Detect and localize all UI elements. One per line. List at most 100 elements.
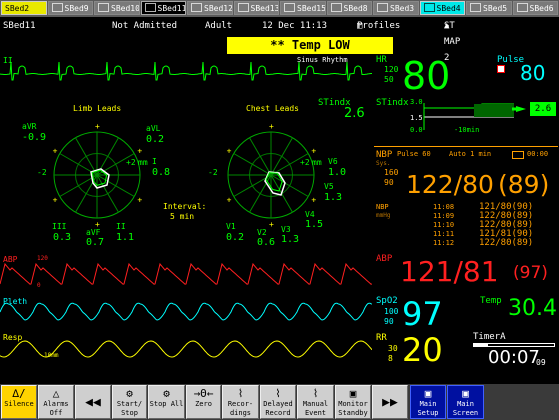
nbp-progress-icon <box>512 151 524 159</box>
toolbar-button-label: Stop All <box>149 400 184 408</box>
toolbar-icon: ▣ <box>462 387 469 400</box>
nbp-value[interactable]: 122/80 <box>406 172 494 197</box>
toolbar-icon: ∆∕ <box>12 387 26 400</box>
bed-tab[interactable]: SBed9 <box>47 1 93 15</box>
bed-tab-label: SBed9 <box>64 4 89 13</box>
arrow-icon: ▶▶ <box>382 395 398 410</box>
chest-scale-neg: -2 <box>208 168 218 177</box>
bed-tab[interactable]: SBed15 <box>280 1 326 15</box>
ecg-waveform[interactable] <box>0 52 372 92</box>
bed-tab-label: SBed2 <box>5 4 30 13</box>
ii-value: 1.1 <box>116 232 135 243</box>
hr-value[interactable]: 80 <box>402 57 450 95</box>
bed-tab[interactable]: SBed2 <box>1 1 47 15</box>
patient-category[interactable]: Adult <box>205 18 232 34</box>
manual-event-button[interactable]: ⌇ Manual Event <box>297 385 334 419</box>
pulse-value[interactable]: 80 <box>520 63 545 83</box>
monitor-standby-button[interactable]: ▣ Monitor Standby <box>335 385 371 419</box>
hr-label[interactable]: HR <box>376 55 387 65</box>
stop-all-button[interactable]: ⚙ Stop All <box>148 385 185 419</box>
bed-tab[interactable]: SBed12 <box>187 1 233 15</box>
bed-tab[interactable]: SBed11 <box>140 1 186 15</box>
nbp-history-time: 11:08 <box>433 203 455 211</box>
bed-tab[interactable]: SBed3 <box>373 1 419 15</box>
nbp-pulse: Pulse 60 <box>397 150 431 158</box>
interval-label: Interval: <box>163 202 207 211</box>
zero-button[interactable]: →Θ← Zero <box>186 385 221 419</box>
bed-monitor-icon <box>144 3 156 12</box>
v1-label: V1 <box>226 222 236 231</box>
bed-tab-label: SBed12 <box>204 4 233 13</box>
toolbar-button-label: Main Setup <box>417 400 439 417</box>
rr-label[interactable]: RR <box>376 333 387 343</box>
bed-monitor-icon <box>191 3 202 12</box>
nbp-history-row: 11:11 121/81(90) <box>433 229 533 239</box>
nbp-high-limit: 160 <box>384 168 399 177</box>
iii-label: III <box>52 222 67 231</box>
bed-tab[interactable]: SBed4 <box>419 1 465 15</box>
nbp-label[interactable]: NBP <box>376 150 392 160</box>
v4-label: V4 <box>305 210 315 219</box>
v2-label: V2 <box>257 228 267 237</box>
bed-tab-label: SBed13 <box>250 4 279 13</box>
nav-10-button[interactable]: ▶▶ <box>372 385 408 419</box>
date-time: 12 Dec 11:13 <box>262 21 328 31</box>
timer-label[interactable]: TimerA <box>473 332 506 342</box>
nbp-history-row: 11:09 122/80(89) <box>433 211 533 221</box>
nbp-history-time: 11:11 <box>433 230 455 238</box>
hr-low-limit: 50 <box>384 75 394 84</box>
pleth-waveform[interactable] <box>0 296 372 328</box>
spo2-label[interactable]: SpO2 <box>376 296 398 306</box>
nbp-sys-label: Sys. <box>376 160 391 167</box>
temp-label[interactable]: Temp <box>480 296 502 306</box>
abp-label[interactable]: ABP <box>376 254 392 264</box>
toolbar-button-label: Silence <box>4 400 34 408</box>
silence-button[interactable]: ∆∕ Silence <box>1 385 37 419</box>
v1-value: 0.2 <box>226 232 245 243</box>
timer-sub: 09 <box>536 358 546 367</box>
recor-dings-button[interactable]: ⌇ Recor- dings <box>222 385 259 419</box>
bed-monitor-icon <box>237 3 249 12</box>
abp-waveform[interactable] <box>0 254 372 294</box>
nav-2-button[interactable]: ◀◀ <box>75 385 111 419</box>
main-screen-button[interactable]: ▣ Main Screen <box>447 385 484 419</box>
bed-tab-label: SBed5 <box>483 4 508 13</box>
temp-value[interactable]: 30.4 <box>508 298 557 320</box>
admit-status[interactable]: Not Admitted <box>112 18 177 34</box>
main-setup-button[interactable]: ▣ Main Setup <box>410 385 446 419</box>
limb-scale-unit: mm <box>138 158 148 167</box>
start-stop-button[interactable]: ⚙ Start/ Stop <box>112 385 147 419</box>
nbp-mode: Auto 1 min <box>449 150 492 158</box>
bed-tab[interactable]: SBed8 <box>326 1 372 15</box>
interval-value: 5 min <box>170 212 195 221</box>
avr-value: -0.9 <box>22 132 47 143</box>
nbp-history-unit: mmHg <box>376 212 391 219</box>
abp-value[interactable]: 121/81 <box>400 258 499 286</box>
toolbar-button-label: Recor- dings <box>227 400 254 417</box>
bed-tab-label: SBed11 <box>157 4 186 13</box>
delayed-record-button[interactable]: ⌇ Delayed Record <box>260 385 296 419</box>
status-bar: SBed11 Not Admitted Adult 12 Dec 11:13 ◫… <box>0 18 559 63</box>
toolbar-icon: ⌇ <box>237 387 244 400</box>
nbp-history-label: NBP <box>376 203 389 211</box>
svg-text:+: + <box>53 196 58 205</box>
alarms-off-button[interactable]: △ Alarms Off <box>38 385 74 419</box>
spo2-value[interactable]: 97 <box>402 298 443 330</box>
nbp-history-value: 122/80(89) <box>479 238 534 248</box>
bed-tab[interactable]: SBed10 <box>94 1 140 15</box>
rr-value[interactable]: 20 <box>402 334 443 366</box>
bed-tab-label: SBed15 <box>297 4 326 13</box>
ii-label: II <box>116 222 126 231</box>
st-map-panel[interactable]: Limb Leads Chest Leads + + + + + + + + + + + + aVR… <box>0 92 372 250</box>
bed-tab[interactable]: SBed6 <box>512 1 558 15</box>
bed-tab[interactable]: SBed5 <box>466 1 512 15</box>
toolbar-icon: △ <box>52 387 60 400</box>
bed-tab[interactable]: SBed13 <box>233 1 279 15</box>
toolbar-icon: ▣ <box>424 387 432 400</box>
stindx-trend[interactable]: STindx 3.0 1.5 0.0 -10min 2.6 <box>374 96 558 134</box>
limb-scale-pos: +2 <box>126 158 136 167</box>
resp-waveform[interactable] <box>0 333 372 365</box>
svg-text:+: + <box>137 147 142 156</box>
nbp-history-time: 11:10 <box>433 221 455 229</box>
bed-monitor-icon <box>516 3 528 12</box>
